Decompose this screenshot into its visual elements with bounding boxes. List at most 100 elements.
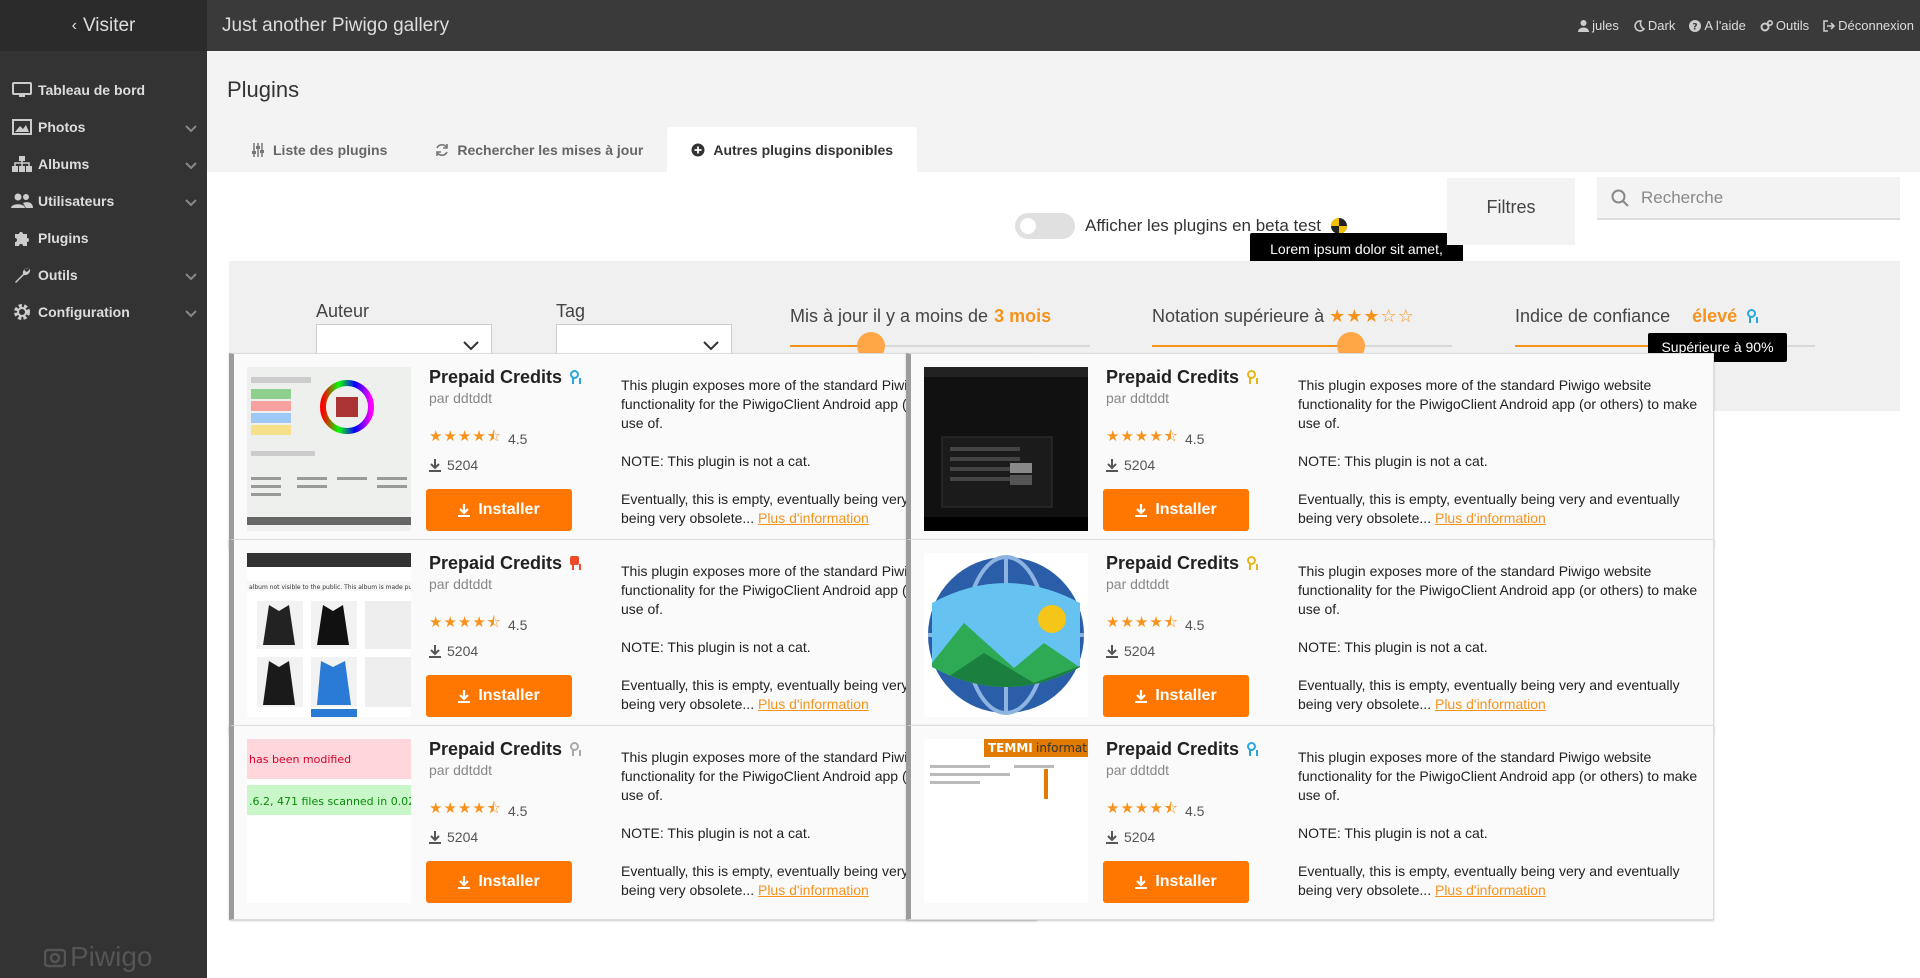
image-icon <box>10 118 34 136</box>
camera-icon <box>44 948 66 968</box>
sidebar-item-plugins[interactable]: Plugins <box>0 219 207 256</box>
install-button[interactable]: Installer <box>426 861 572 903</box>
filters-button[interactable]: Filtres <box>1447 178 1575 245</box>
plugin-downloads: 5204 <box>1106 643 1286 659</box>
plugin-name[interactable]: Prepaid Credits <box>429 367 562 388</box>
more-info-link[interactable]: Plus d'information <box>1435 882 1546 898</box>
chevron-down-icon <box>185 305 197 321</box>
plugin-downloads: 5204 <box>1106 457 1286 473</box>
tab-other-plugins[interactable]: Autres plugins disponibles <box>667 127 918 172</box>
plugin-thumbnail[interactable]: album not visible to the public. This al… <box>247 553 411 717</box>
more-info-link[interactable]: Plus d'information <box>1435 696 1546 712</box>
plugin-name[interactable]: Prepaid Credits <box>1106 553 1239 574</box>
install-button[interactable]: Installer <box>1103 489 1249 531</box>
download-icon <box>429 644 441 658</box>
sidebar-item-tools[interactable]: Outils <box>0 256 207 293</box>
sidebar-item-dashboard[interactable]: Tableau de bord <box>0 71 207 108</box>
plugin-rating: ★★★★⯪ 4.5 <box>429 798 609 823</box>
description-note: NOTE: This plugin is not a cat. <box>1298 825 1488 841</box>
install-button[interactable]: Installer <box>426 675 572 717</box>
plugin-name[interactable]: Prepaid Credits <box>429 739 562 760</box>
user-link[interactable]: jules <box>1578 18 1619 33</box>
rating-stars: ★★★★⯪ <box>1106 800 1179 817</box>
visit-link[interactable]: ‹ Visiter <box>0 0 207 51</box>
updated-slider[interactable] <box>790 332 1090 360</box>
plugin-thumbnail[interactable]: has been modified .6.2, 471 files scanned… <box>247 739 411 903</box>
plugin-card: Prepaid Credits par ddtddt ★★★★⯪ 4.5 520… <box>906 539 1714 734</box>
install-button[interactable]: Installer <box>426 489 572 531</box>
more-info-link[interactable]: Plus d'information <box>1435 510 1546 526</box>
sidebar-item-label: Utilisateurs <box>38 192 115 209</box>
tab-label: Autres plugins disponibles <box>713 141 894 158</box>
rating-stars: ★★★★⯪ <box>1106 428 1179 445</box>
download-count: 5204 <box>447 829 479 845</box>
install-button[interactable]: Installer <box>1103 861 1249 903</box>
plugins-panel: Afficher les plugins en beta test Lorem … <box>207 172 1920 978</box>
gears-icon <box>1760 19 1773 31</box>
plus-circle-icon <box>691 143 705 156</box>
updated-value: 3 mois <box>994 306 1052 326</box>
tab-plugin-list[interactable]: Liste des plugins <box>227 127 411 172</box>
beta-toggle[interactable] <box>1015 213 1075 239</box>
beta-info-icon[interactable] <box>1330 218 1347 234</box>
download-count: 5204 <box>1124 829 1156 845</box>
install-label: Installer <box>1155 501 1217 518</box>
trust-badge-icon <box>1245 742 1259 757</box>
svg-text:?: ? <box>1693 22 1698 32</box>
install-button[interactable]: Installer <box>1103 675 1249 717</box>
download-count: 5204 <box>447 457 479 473</box>
search-icon <box>1611 189 1629 207</box>
trust-filter-label: Indice de confiance élevé <box>1515 306 1759 327</box>
trust-badge-icon <box>1745 309 1759 324</box>
help-icon: ? <box>1689 19 1702 32</box>
trust-badge-icon <box>1245 556 1259 571</box>
sidebar-item-albums[interactable]: Albums <box>0 145 207 182</box>
download-count: 5204 <box>1124 457 1156 473</box>
plugin-thumbnail[interactable] <box>924 367 1088 531</box>
plugin-downloads: 5204 <box>429 643 609 659</box>
plugin-author: par ddtddt <box>429 390 493 406</box>
tab-check-updates[interactable]: Rechercher les mises à jour <box>411 127 667 172</box>
svg-text:.6.2, 471 files scanned in 0.0: .6.2, 471 files scanned in 0.024 <box>249 795 411 808</box>
rating-value: 4.5 <box>1185 616 1205 633</box>
rating-slider[interactable] <box>1152 332 1452 360</box>
author-label: Auteur <box>316 301 370 321</box>
svg-text:TEMMI: TEMMI <box>988 741 1033 755</box>
visit-label: Visiter <box>82 14 136 36</box>
description-text: This plugin exposes more of the standard… <box>1298 749 1698 803</box>
plugin-name[interactable]: Prepaid Credits <box>1106 739 1239 760</box>
rating-stars: ★★★★⯪ <box>429 428 502 445</box>
rating-value: 4.5 <box>508 802 528 819</box>
top-bar: Just another Piwigo gallery jules Dark ?… <box>207 0 1920 51</box>
puzzle-icon <box>10 229 34 247</box>
plugin-thumbnail[interactable] <box>924 553 1088 717</box>
more-info-link[interactable]: Plus d'information <box>758 882 869 898</box>
logo-text: Piwigo <box>70 941 153 972</box>
sidebar-item-configuration[interactable]: Configuration <box>0 293 207 330</box>
sidebar-item-users[interactable]: Utilisateurs <box>0 182 207 219</box>
plugin-card: Prepaid Credits par ddtddt ★★★★⯪ 4.5 520… <box>906 353 1714 548</box>
gallery-title[interactable]: Just another Piwigo gallery <box>207 15 449 37</box>
sidebar-item-photos[interactable]: Photos <box>0 108 207 145</box>
more-info-link[interactable]: Plus d'information <box>758 510 869 526</box>
theme-link[interactable]: Dark <box>1633 18 1675 33</box>
updated-label: Mis à jour il y a moins de <box>790 306 989 326</box>
plugin-description: This plugin exposes more of the standard… <box>1298 376 1703 547</box>
plugin-description: This plugin exposes more of the standard… <box>1298 748 1703 919</box>
plugin-rating: ★★★★⯪ 4.5 <box>1106 426 1286 451</box>
plugin-thumbnail[interactable]: TEMMI informat <box>924 739 1088 903</box>
refresh-icon <box>436 143 449 156</box>
plugin-name-row: Prepaid Credits <box>429 739 609 760</box>
logout-link[interactable]: Déconnexion <box>1823 18 1914 33</box>
search-field[interactable]: Recherche <box>1597 177 1900 220</box>
plugin-name[interactable]: Prepaid Credits <box>1106 367 1239 388</box>
help-link[interactable]: ? A l'aide <box>1689 18 1746 33</box>
user-label: jules <box>1592 18 1619 33</box>
plugin-thumbnail[interactable] <box>247 367 411 531</box>
more-info-link[interactable]: Plus d'information <box>758 696 869 712</box>
rating-value: 4.5 <box>1185 802 1205 819</box>
plugin-author: par ddtddt <box>1106 762 1170 778</box>
plugin-downloads: 5204 <box>429 829 609 845</box>
plugin-name[interactable]: Prepaid Credits <box>429 553 562 574</box>
tools-link[interactable]: Outils <box>1760 18 1809 33</box>
